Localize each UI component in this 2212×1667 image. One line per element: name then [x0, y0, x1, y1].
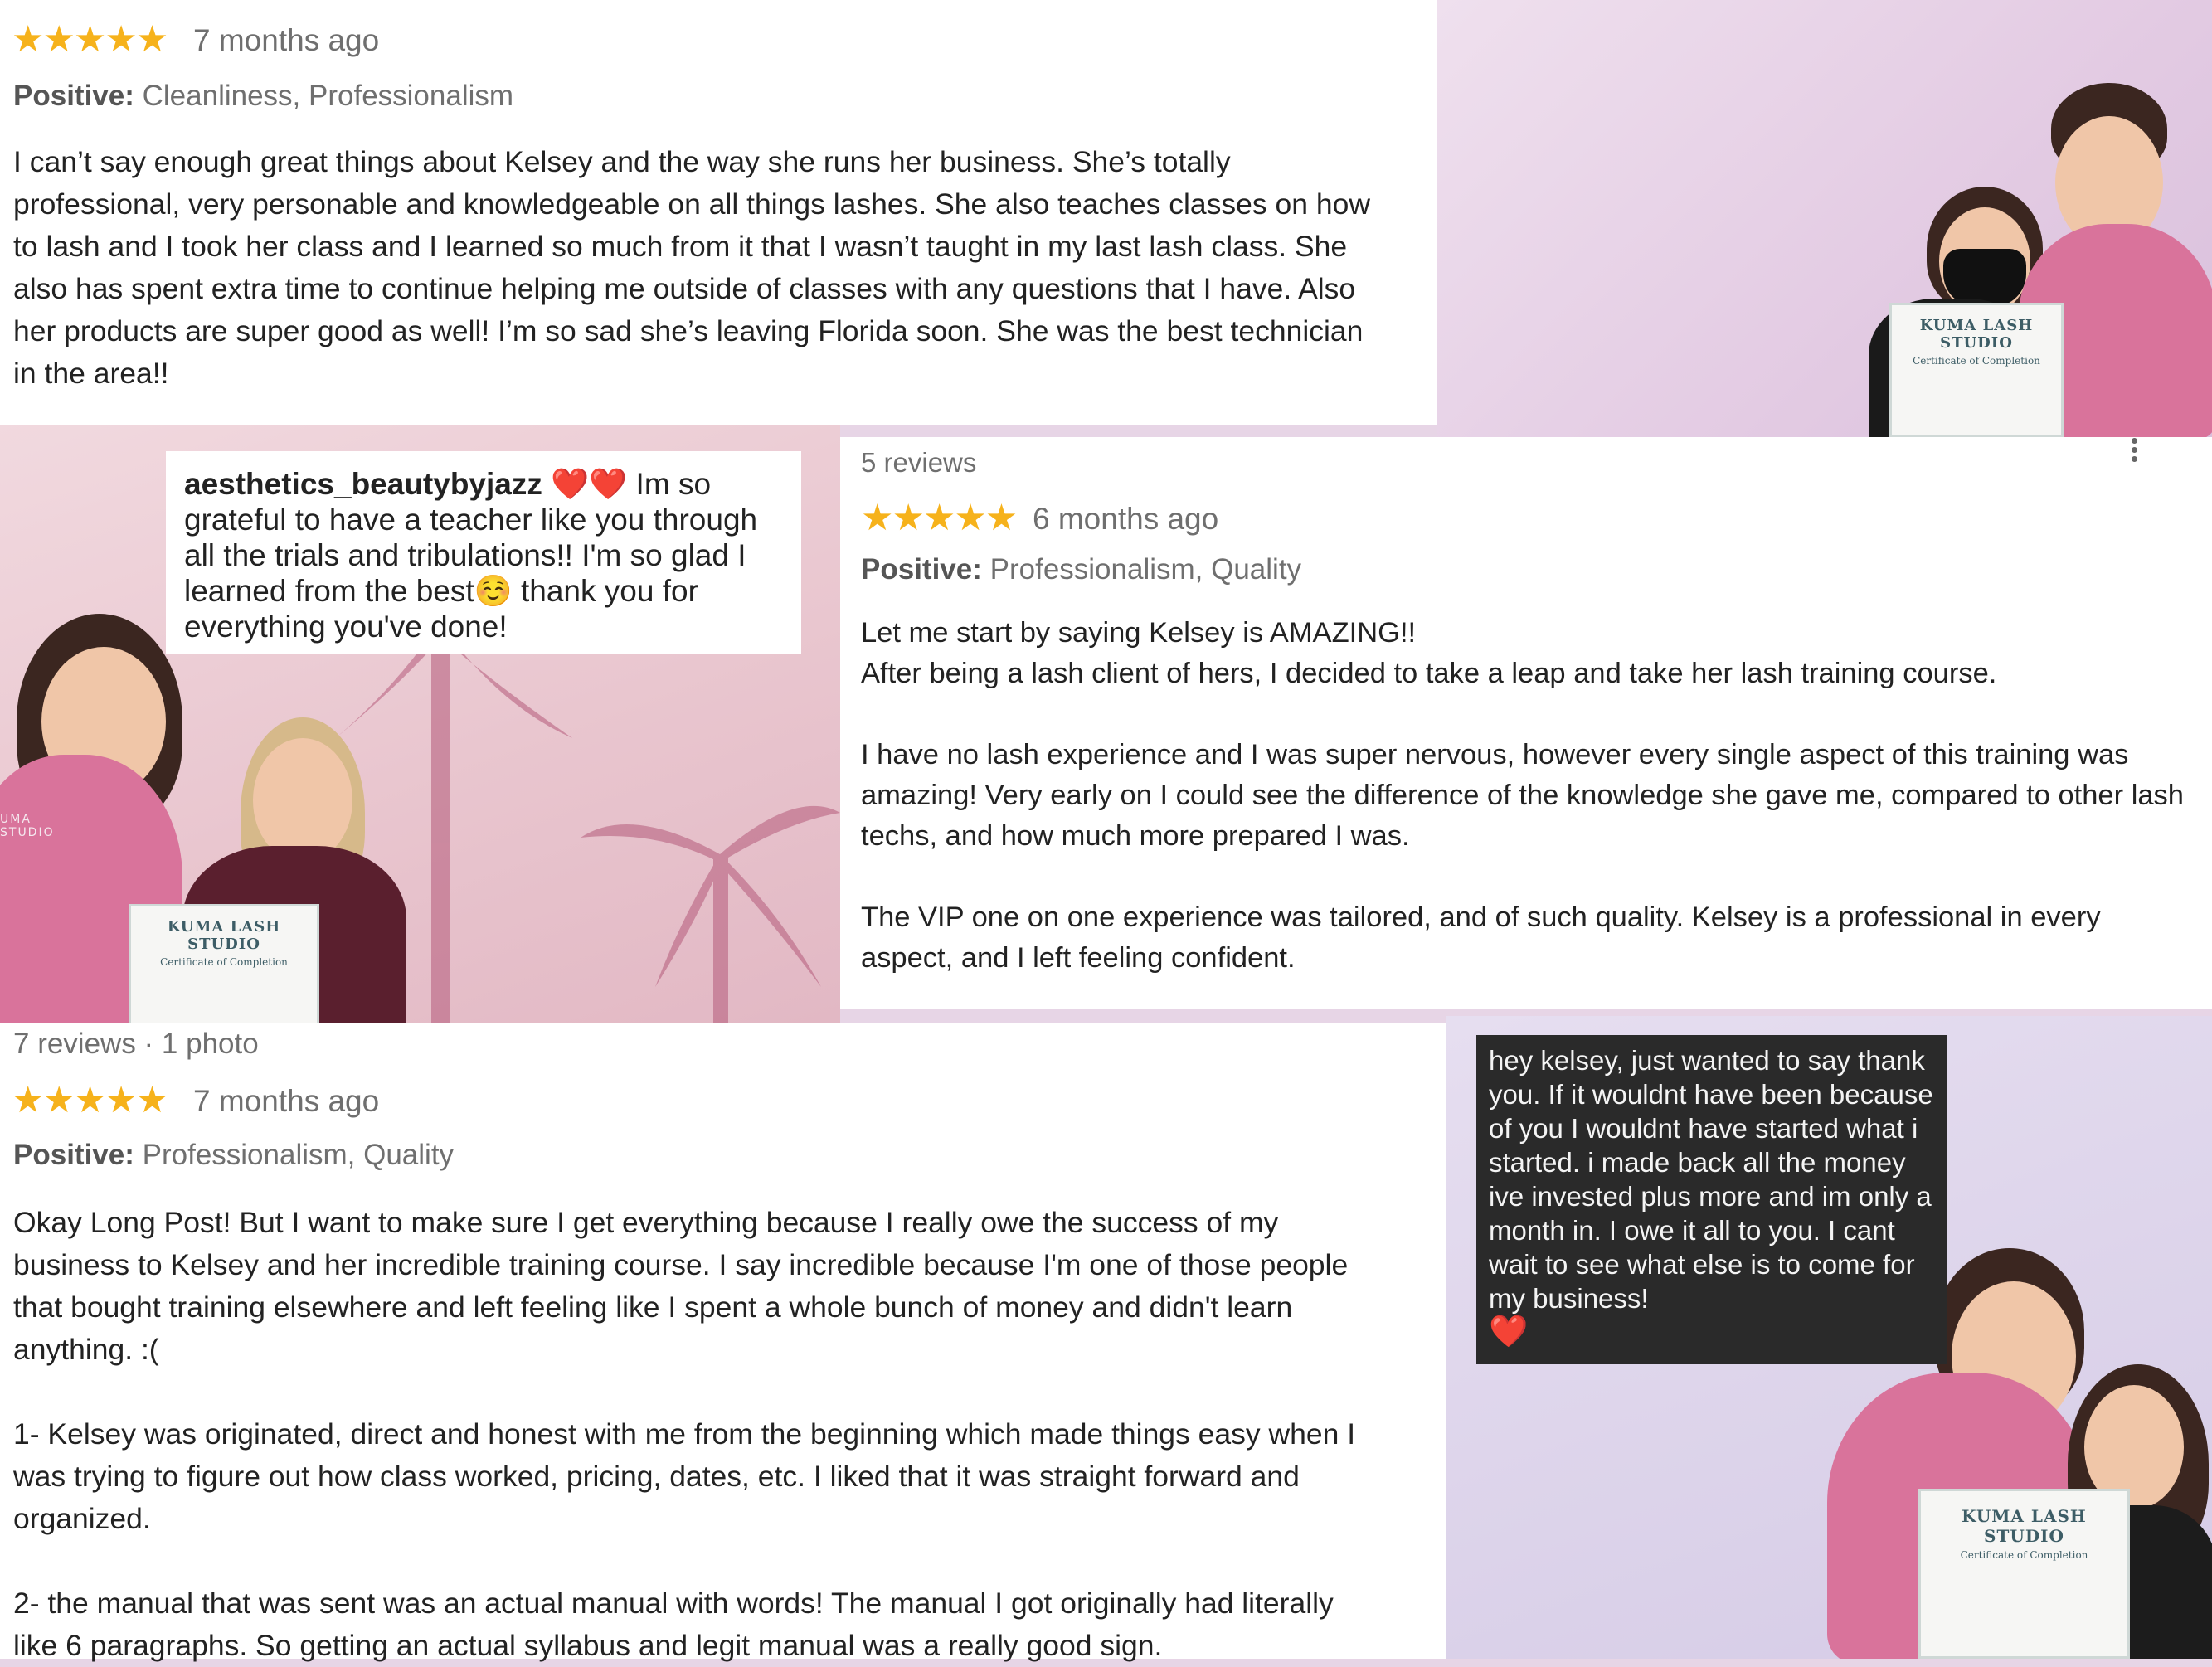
positive-values: Professionalism, Quality — [989, 553, 1302, 586]
positive-attributes: Positive: Cleanliness, Professionalism — [13, 80, 513, 113]
positive-values: Professionalism, Quality — [142, 1139, 455, 1171]
review-text: Okay Long Post! But I want to make sure … — [13, 1206, 1356, 1662]
star-rating: ★★★★★ — [861, 498, 1018, 538]
certificate-subtitle: Certificate of Completion — [160, 956, 288, 968]
more-options-icon[interactable] — [2130, 438, 2138, 463]
review-card-3: 7 reviews · 1 photo ★★★★★ 7 months ago P… — [0, 1023, 1446, 1662]
review-text: Let me start by saying Kelsey is AMAZING… — [861, 617, 2184, 974]
star-rating: ★★★★★ — [12, 19, 168, 60]
certificate: KUMA LASH STUDIO Certificate of Completi… — [129, 904, 319, 1023]
reviewer-meta[interactable]: 7 reviews · 1 photo — [13, 1028, 259, 1061]
certificate-title: KUMA LASH STUDIO — [167, 918, 281, 953]
certificate-subtitle: Certificate of Completion — [1913, 355, 2040, 367]
certificate-title: KUMA LASH STUDIO — [1962, 1506, 2087, 1546]
positive-label: Positive: — [13, 80, 134, 112]
message-text: hey kelsey, just wanted to say thank you… — [1489, 1043, 1937, 1349]
positive-label: Positive: — [13, 1139, 134, 1171]
certificate-title: KUMA LASH STUDIO — [1919, 317, 2034, 352]
comment-text: aesthetics_beautybyjazz ❤️❤️ Im so grate… — [184, 466, 790, 644]
star-rating: ★★★★★ — [12, 1080, 168, 1120]
person-face — [253, 738, 352, 863]
positive-values: Cleanliness, Professionalism — [142, 80, 514, 112]
positive-attributes: Positive: Professionalism, Quality — [861, 553, 1301, 586]
review-card-1: ★★★★★ 7 months ago Positive: Cleanliness… — [0, 0, 1437, 425]
heart-emoji-icon: ❤️❤️ — [551, 467, 628, 501]
message-body: hey kelsey, just wanted to say thank you… — [1489, 1045, 1933, 1314]
certificate: KUMA LASH STUDIO Certificate of Completi… — [1889, 303, 2064, 437]
photo-top-right: KUMA LASH STUDIO Certificate of Completi… — [1437, 0, 2212, 440]
certificate-subtitle: Certificate of Completion — [1960, 1549, 2088, 1561]
certificate: KUMA LASH STUDIO Certificate of Completi… — [1918, 1489, 2130, 1659]
comment-username[interactable]: aesthetics_beautybyjazz — [184, 467, 542, 501]
heart-emoji-icon: ❤️ — [1489, 1315, 1529, 1349]
review-text: I can’t say enough great things about Ke… — [13, 145, 1370, 390]
review-time: 6 months ago — [1033, 502, 1219, 536]
direct-message: hey kelsey, just wanted to say thank you… — [1476, 1035, 1947, 1364]
positive-label: Positive: — [861, 553, 982, 586]
instagram-comment: aesthetics_beautybyjazz ❤️❤️ Im so grate… — [166, 451, 801, 654]
review-card-2: 5 reviews ★★★★★ 6 months ago Positive: P… — [840, 437, 2212, 1009]
smile-emoji-icon: ☺️ — [474, 574, 513, 608]
review-time: 7 months ago — [193, 23, 380, 57]
positive-attributes: Positive: Professionalism, Quality — [13, 1139, 454, 1172]
scrubs-logo-text: UMA STUDIO — [0, 813, 55, 839]
review-time: 7 months ago — [193, 1084, 380, 1118]
reviewer-meta[interactable]: 5 reviews — [861, 447, 976, 479]
